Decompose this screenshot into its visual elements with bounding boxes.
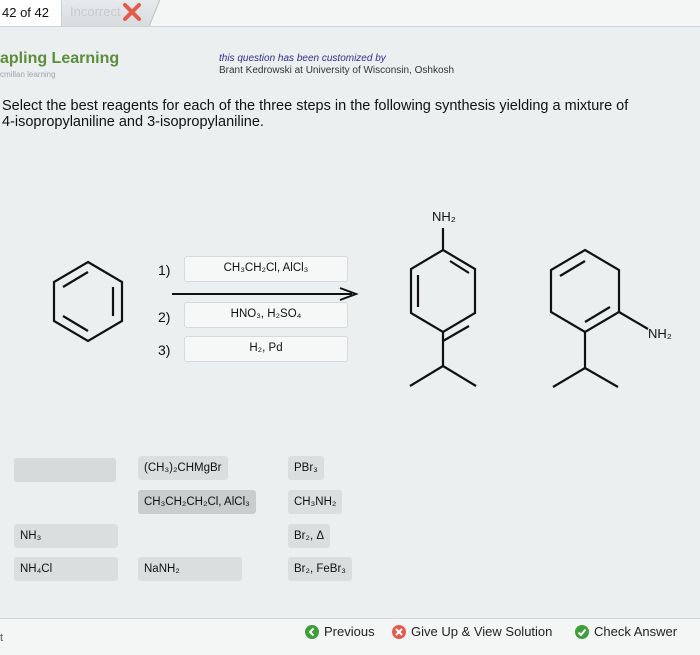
synthesis-diagram <box>52 228 649 388</box>
footer-left-fragment: t <box>0 632 4 644</box>
reagent-chip[interactable]: Br₂, FeBr₃ <box>288 557 352 581</box>
step-2-number: 2) <box>158 309 171 325</box>
para-amine-label: NH₂ <box>432 209 456 224</box>
give-up-x-icon <box>392 625 406 639</box>
check-answer-button[interactable]: Check Answer <box>575 622 677 642</box>
previous-label: Previous <box>324 624 375 639</box>
previous-button[interactable]: Previous <box>305 622 375 642</box>
reaction-arrow <box>172 287 359 301</box>
check-icon <box>575 625 589 639</box>
step-2-drop-slot[interactable]: HNO₃, H₂SO₄ <box>184 302 348 328</box>
reagent-chip[interactable]: NH₃ <box>14 524 118 548</box>
benzene-structure <box>52 260 124 343</box>
para-product-structure <box>409 228 477 387</box>
previous-arrow-icon <box>305 625 319 639</box>
meta-product-structure <box>549 248 649 388</box>
step-1-number: 1) <box>158 262 171 278</box>
meta-amine-label: NH₂ <box>648 326 672 341</box>
reagent-chip[interactable]: NH₄Cl <box>14 557 118 581</box>
reagent-chip[interactable]: CH₃NH₂ <box>288 490 343 514</box>
reagent-chip[interactable]: NaNH₂ <box>138 557 242 581</box>
give-up-label: Give Up & View Solution <box>411 624 553 639</box>
reagent-chip[interactable]: CH₃CH₂CH₂Cl, AlCl₃ <box>138 490 256 514</box>
step-3-drop-slot[interactable]: H₂, Pd <box>184 336 348 362</box>
step-1-drop-slot[interactable]: CH₃CH₂Cl, AlCl₃ <box>184 256 348 282</box>
check-answer-label: Check Answer <box>594 624 678 639</box>
step-3-number: 3) <box>158 342 171 358</box>
reagent-chip[interactable]: Br₂, Δ <box>288 524 331 548</box>
reagent-bank-empty-slot <box>14 458 116 482</box>
reagent-chip[interactable]: PBr₃ <box>288 456 324 480</box>
reagent-chip[interactable]: (CH₃)₂CHMgBr <box>138 456 228 480</box>
give-up-button[interactable]: Give Up & View Solution <box>392 622 552 642</box>
